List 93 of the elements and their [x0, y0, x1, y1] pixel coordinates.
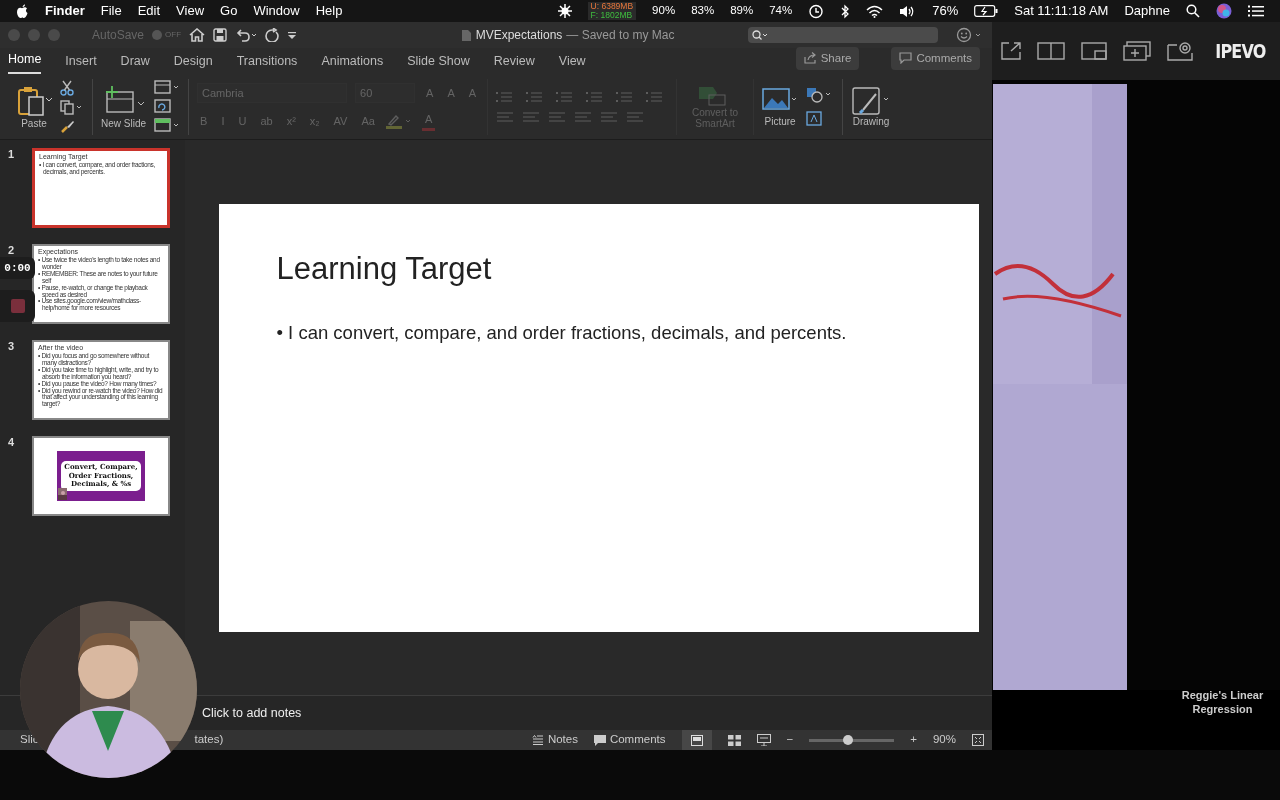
drawing-button[interactable]: Drawing: [851, 86, 892, 127]
menu-item[interactable]: Window: [253, 1, 300, 21]
zoom-slider[interactable]: [809, 738, 895, 742]
layout-icon[interactable]: [154, 80, 181, 95]
comment-icon: [593, 734, 606, 746]
status-reading[interactable]: 83%: [691, 2, 715, 20]
paste-icon: [16, 84, 52, 118]
external-window-icon[interactable]: [1001, 42, 1022, 60]
siri-icon[interactable]: [1216, 3, 1232, 19]
bullet-text: • I can convert, compare, and order fractions, decimals, and percents.: [276, 320, 848, 345]
zoom-out-button[interactable]: −: [786, 731, 794, 749]
save-icon[interactable]: [213, 28, 228, 42]
list-icon[interactable]: [1248, 5, 1264, 17]
menu-item[interactable]: File: [100, 1, 122, 21]
search-icon[interactable]: [1186, 4, 1200, 18]
memory-free: F: 1802MB: [590, 11, 634, 20]
slide-number: 3: [8, 340, 16, 353]
paste-button[interactable]: Paste: [16, 84, 52, 129]
notes-button[interactable]: Notes: [531, 731, 578, 749]
new-slide-button[interactable]: New Slide: [101, 84, 147, 129]
comments-button[interactable]: Comments: [593, 731, 666, 749]
add-window-icon[interactable]: [1123, 41, 1152, 61]
ribbon-tab[interactable]: Review: [493, 52, 535, 74]
search-field[interactable]: [748, 27, 938, 43]
comment-icon: [899, 52, 913, 65]
zoom-in-button[interactable]: +: [910, 731, 917, 749]
apple-icon: [16, 3, 29, 19]
zoom-level[interactable]: 90%: [932, 731, 956, 749]
ribbon-tab[interactable]: Draw: [120, 52, 150, 74]
slide-thumbnail[interactable]: [32, 244, 170, 324]
settings-icon[interactable]: [1167, 41, 1194, 61]
ribbon-tab[interactable]: Transitions: [236, 52, 298, 74]
app-menu[interactable]: Finder: [45, 1, 85, 21]
menu-item[interactable]: View: [176, 1, 205, 21]
slide-number: 4: [8, 436, 16, 449]
search-icon: [752, 30, 768, 40]
undo-icon[interactable]: [235, 28, 258, 42]
customize-icon[interactable]: [287, 30, 298, 40]
recording-timer: 0:00: [0, 257, 35, 279]
ribbon-tab[interactable]: View: [558, 52, 586, 74]
home-icon[interactable]: [189, 28, 206, 42]
comments-button[interactable]: Comments: [891, 46, 980, 70]
section-icon[interactable]: [154, 118, 181, 133]
document-title: MVExpectations: [475, 27, 563, 44]
copy-icon[interactable]: [60, 99, 84, 115]
ribbon-tab[interactable]: Animations: [321, 52, 384, 74]
text-box-icon[interactable]: [806, 111, 823, 126]
ribbon-tab[interactable]: Insert: [65, 52, 97, 74]
video-caption: Reggie's Linear Regression: [1180, 688, 1265, 716]
status-reading[interactable]: 89%: [730, 2, 754, 20]
memory-indicator[interactable]: U: 6389MB F: 1802MB: [587, 2, 637, 20]
status-reading[interactable]: 74%: [769, 2, 793, 20]
normal-view-button[interactable]: [681, 730, 712, 750]
share-button[interactable]: Share: [795, 46, 860, 70]
brush-icon[interactable]: [60, 118, 75, 134]
slide-number: 1: [8, 148, 16, 161]
battery-percent[interactable]: 76%: [932, 1, 959, 21]
notes-icon: [531, 735, 544, 745]
battery-icon[interactable]: [974, 5, 999, 17]
ribbon-tab[interactable]: Slide Show: [407, 52, 470, 74]
user-name[interactable]: Daphne: [1124, 1, 1170, 21]
scissors-icon[interactable]: [60, 79, 74, 96]
status-text: tates): [194, 732, 224, 748]
redo-icon[interactable]: [265, 28, 280, 42]
save-status: — Saved to my Mac: [566, 27, 675, 44]
slide-thumbnail[interactable]: [32, 340, 170, 420]
presenter-view-icon[interactable]: [756, 734, 771, 746]
picture-in-picture-icon[interactable]: [1081, 42, 1108, 60]
notes-placeholder[interactable]: Click to add notes: [202, 703, 302, 723]
stop-icon: [10, 299, 25, 313]
autosave-label: AutoSave: [92, 27, 145, 44]
menu-item[interactable]: Go: [220, 1, 238, 21]
grid-view-icon[interactable]: [727, 734, 741, 746]
brand-logo: IPEVO: [1215, 38, 1266, 65]
document-icon: [460, 28, 472, 42]
split-view-icon[interactable]: [1037, 42, 1066, 60]
fit-icon[interactable]: [972, 734, 984, 746]
bluetooth-icon[interactable]: [840, 3, 851, 19]
slide-canvas[interactable]: Learning Target • I can convert, compare, and order fractions, decimals, and percents.: [218, 204, 979, 632]
picture-button[interactable]: Picture: [762, 86, 799, 127]
slide-number: 2: [8, 244, 16, 257]
memory-used: U: 6389MB: [590, 2, 634, 11]
slide-title: Learning Target: [276, 250, 493, 288]
reset-icon[interactable]: [154, 99, 173, 114]
wifi-icon[interactable]: [866, 4, 884, 18]
share-icon: [803, 52, 817, 65]
ribbon-tab[interactable]: Design: [173, 52, 213, 74]
menu-item[interactable]: Help: [315, 1, 343, 21]
clock-icon[interactable]: [808, 3, 825, 19]
menu-item[interactable]: Edit: [137, 1, 161, 21]
clock-text[interactable]: Sat 11:11:18 AM: [1014, 1, 1109, 21]
status-reading[interactable]: 90%: [652, 2, 676, 20]
normal-view-icon: [690, 734, 703, 746]
